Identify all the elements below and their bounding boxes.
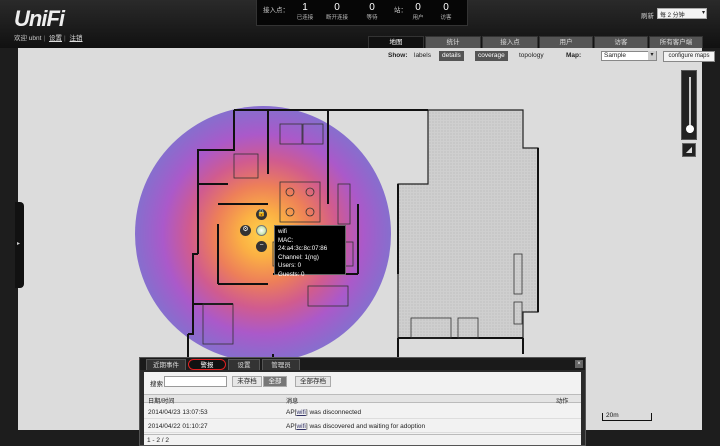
row-time: 2014/04/23 13:07:53 <box>148 409 208 416</box>
archive-all-button[interactable]: 全部存档 <box>295 376 331 387</box>
close-icon[interactable]: × <box>575 360 583 368</box>
stat-ap-pending[interactable]: 0 等待 <box>357 3 387 22</box>
ap-users: Users: 0 <box>278 262 302 270</box>
unifi-logo: UniFi <box>14 6 65 31</box>
warehouse-area <box>397 109 539 339</box>
table-header: 日期/时间 消息 动作 <box>144 394 581 405</box>
search-label: 搜索 <box>150 381 163 388</box>
row-message: AP[wifi] was disconnected <box>286 409 362 416</box>
ap-stats-label: 接入点： <box>263 7 289 14</box>
chevron-down-icon: ▾ <box>701 10 705 16</box>
search-input[interactable] <box>164 376 227 387</box>
ap-mac: MAC: 24:a4:3c:8c:07:86 <box>278 236 328 253</box>
tab-users[interactable]: 用户 <box>539 36 593 48</box>
side-panel-toggle[interactable]: ▸ <box>15 202 24 288</box>
map-scale: 20m <box>602 412 652 421</box>
zoom-handle[interactable] <box>686 125 694 133</box>
show-label: Show: <box>388 52 408 59</box>
gear-icon[interactable]: ⚙ <box>240 225 251 236</box>
chevron-down-icon: ▾ <box>648 51 656 60</box>
top-header: UniFi 欢迎 ubnt | 设置 | 注销 接入点： 1 已连接 0 断开连接 0等… <box>0 0 720 48</box>
tab-statistics[interactable]: 统计 <box>425 36 481 48</box>
col-message[interactable]: 消息 <box>286 396 298 405</box>
welcome-text: 欢迎 ubnt <box>14 35 42 42</box>
refresh-label: 刷新 <box>641 13 654 20</box>
logout-link[interactable]: 注销 <box>70 35 83 42</box>
ap-link[interactable]: wifi <box>296 409 305 416</box>
tab-guests[interactable]: 访客 <box>594 36 648 48</box>
ap-tooltip: wifi MAC: 24:a4:3c:8c:07:86 Channel: 1(n… <box>274 225 346 278</box>
zoom-slider[interactable] <box>681 70 697 140</box>
measure-tool-icon[interactable]: ◢ <box>682 143 696 157</box>
col-time[interactable]: 日期/时间 <box>148 396 174 405</box>
refresh-interval-select[interactable]: 每 2 分钟 ▾ <box>657 8 707 19</box>
filter-unarchived-button[interactable]: 未存档 <box>232 376 262 387</box>
toggle-labels[interactable]: labels <box>411 51 434 61</box>
tab-all-clients[interactable]: 所有客户端 <box>649 36 703 48</box>
panel-tabs: 近期事件 警报 设置 管理员 × <box>140 358 585 370</box>
map-label: Map: <box>566 52 582 59</box>
row-time: 2014/04/22 01:10:27 <box>148 423 208 430</box>
minus-icon[interactable]: − <box>256 241 267 252</box>
configure-maps-button[interactable]: configure maps <box>663 51 715 62</box>
tab-recent-events[interactable]: 近期事件 <box>146 359 186 370</box>
tab-alerts[interactable]: 警报 <box>188 359 226 370</box>
events-panel: 近期事件 警报 设置 管理员 × 搜索 未存档 全部 全部存档 日期/时间 消息… <box>139 357 586 446</box>
filter-all-button[interactable]: 全部 <box>263 376 287 387</box>
stat-users[interactable]: 0 用户 <box>403 3 433 22</box>
pagination: 1 - 2 / 2 <box>144 434 581 445</box>
lock-icon[interactable]: 🔒 <box>256 209 267 220</box>
filter-row: 搜索 未存档 全部 全部存档 <box>144 372 581 392</box>
stat-ap-disconnected[interactable]: 0 断开连接 <box>322 3 352 22</box>
ap-guests: Guests: 0 <box>278 270 305 278</box>
ap-name: wifi <box>278 228 287 235</box>
col-action[interactable]: 动作 <box>556 396 568 405</box>
ap-channel: Channel: 1(ng) <box>278 253 319 261</box>
tab-admins[interactable]: 管理员 <box>262 359 300 370</box>
map-toolbar: Show: labels details coverage topology M… <box>18 48 715 64</box>
stat-ap-connected[interactable]: 1 已连接 <box>290 3 320 22</box>
toggle-coverage[interactable]: coverage <box>475 51 508 61</box>
table-row: 2014/04/22 01:10:27 AP[wifi] was discove… <box>144 420 581 433</box>
settings-link[interactable]: 设置 <box>49 35 62 42</box>
alerts-content: 搜索 未存档 全部 全部存档 日期/时间 消息 动作 2014/04/23 13… <box>144 372 581 445</box>
map-select[interactable]: Sample ▾ <box>601 51 657 61</box>
row-message: AP[wifi] was discovered and waiting for … <box>286 423 426 430</box>
welcome-bar: 欢迎 ubnt | 设置 | 注销 <box>14 35 83 42</box>
stat-guests[interactable]: 0 访客 <box>431 3 461 22</box>
chevron-right-icon: ▸ <box>17 241 21 247</box>
toggle-details[interactable]: details <box>439 51 464 61</box>
table-row: 2014/04/23 13:07:53 AP[wifi] was disconn… <box>144 406 581 419</box>
tab-access-points[interactable]: 接入点 <box>482 36 538 48</box>
access-point-marker[interactable] <box>256 225 267 236</box>
tab-map[interactable]: 地图 <box>368 36 424 48</box>
ap-link[interactable]: wifi <box>296 423 305 430</box>
status-summary: 接入点： 1 已连接 0 断开连接 0 等待 站： 0 用户 0 访客 <box>256 0 468 26</box>
toggle-topology[interactable]: topology <box>516 51 547 61</box>
tab-settings[interactable]: 设置 <box>228 359 260 370</box>
